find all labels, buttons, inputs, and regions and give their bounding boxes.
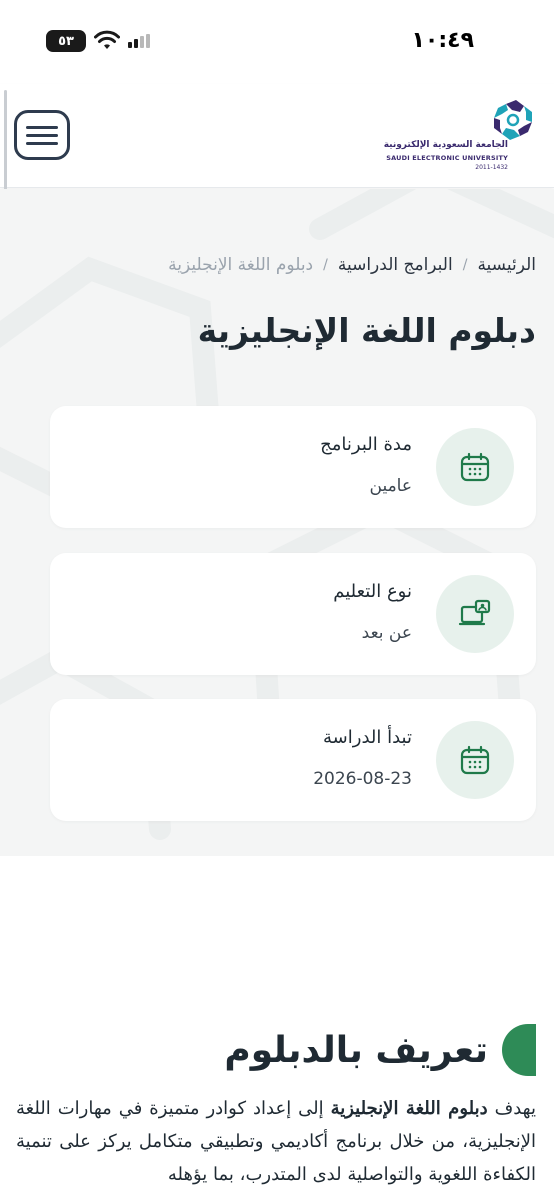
breadcrumb-separator: / xyxy=(323,257,328,273)
program-hero: الرئيسية / البرامج الدراسية / دبلوم اللغ… xyxy=(0,189,554,856)
info-icon-wrap xyxy=(436,575,514,653)
definition-paragraph: يهدف دبلوم اللغة الإنجليزية إلى إعداد كو… xyxy=(16,1092,536,1191)
section-accent-bar xyxy=(502,1024,536,1076)
section-header: تعريف بالدبلوم xyxy=(224,1024,536,1076)
info-value: 2026-08-23 xyxy=(313,769,412,789)
logo-english-text: SAUDI ELECTRONIC UNIVERSITY xyxy=(386,154,508,162)
wifi-icon xyxy=(94,30,120,49)
breadcrumb: الرئيسية / البرامج الدراسية / دبلوم اللغ… xyxy=(168,255,536,275)
section-title: تعريف بالدبلوم xyxy=(224,1029,488,1071)
menu-button[interactable] xyxy=(14,110,70,160)
remote-learning-icon xyxy=(458,599,491,626)
info-card-duration: مدة البرنامج عامين xyxy=(50,406,536,528)
calendar-icon xyxy=(460,745,490,775)
definition-intro: يهدف xyxy=(494,1098,536,1119)
breadcrumb-programs-link[interactable]: البرامج الدراسية xyxy=(338,255,453,275)
breadcrumb-separator: / xyxy=(462,257,468,273)
info-label: تبدأ الدراسة xyxy=(323,727,412,748)
logo-years: 2011-1432 xyxy=(475,164,508,171)
info-label: مدة البرنامج xyxy=(320,434,412,455)
breadcrumb-home-link[interactable]: الرئيسية xyxy=(477,255,536,275)
section-body: يهدف دبلوم اللغة الإنجليزية إلى إعداد كو… xyxy=(16,1092,536,1191)
info-card-education-type: نوع التعليم عن بعد xyxy=(50,553,536,675)
status-bar: ١٠:٤٩ ٥٣ xyxy=(0,0,554,84)
logo-arabic-text: الجامعة السعودية الإلكترونية xyxy=(383,140,508,150)
status-time: ١٠:٤٩ xyxy=(411,28,474,53)
calendar-icon xyxy=(460,452,490,482)
info-value: عن بعد xyxy=(361,623,412,643)
info-value: عامين xyxy=(369,476,413,496)
scroll-indicator[interactable] xyxy=(4,90,7,190)
info-card-start-date: تبدأ الدراسة 2026-08-23 xyxy=(50,699,536,821)
page-title: دبلوم اللغة الإنجليزية xyxy=(197,311,536,350)
status-icons: ٥٣ xyxy=(46,30,150,52)
signal-icon xyxy=(128,34,150,48)
breadcrumb-current: دبلوم اللغة الإنجليزية xyxy=(168,255,314,275)
university-logo[interactable]: الجامعة السعودية الإلكترونية SAUDI ELECT… xyxy=(384,96,536,178)
hamburger-icon xyxy=(26,125,58,129)
info-icon-wrap xyxy=(436,428,514,506)
logo-mark-icon xyxy=(494,100,532,140)
info-icon-wrap xyxy=(436,721,514,799)
battery-icon: ٥٣ xyxy=(46,30,86,52)
definition-program-name: دبلوم اللغة الإنجليزية xyxy=(330,1098,488,1119)
info-label: نوع التعليم xyxy=(333,581,412,602)
